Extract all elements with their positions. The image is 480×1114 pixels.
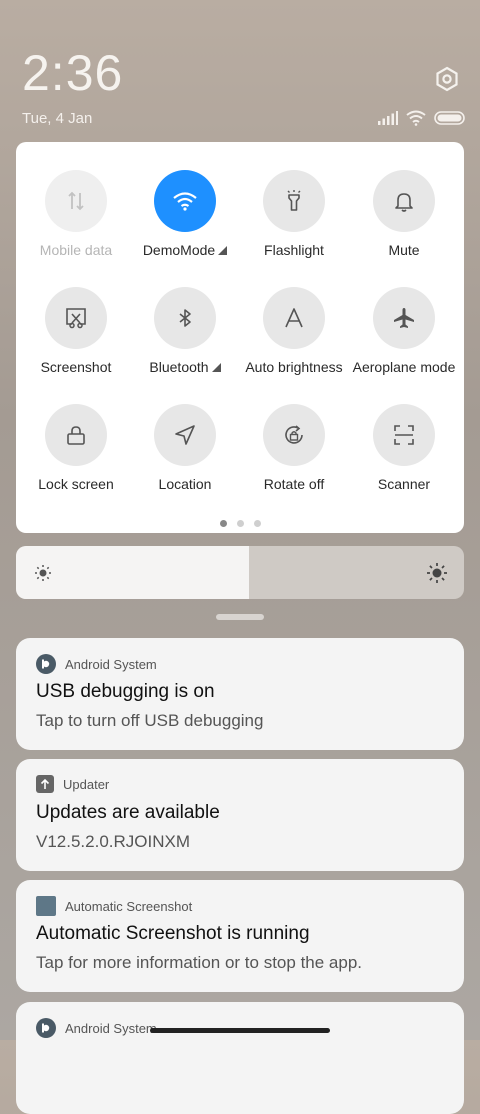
tile-bluetooth[interactable]: Bluetooth — [129, 287, 241, 375]
status-icons — [378, 108, 466, 128]
screenshot-icon — [66, 308, 86, 329]
notification-title: USB debugging is on — [36, 681, 215, 702]
tile-label: Lock screen — [38, 476, 114, 492]
tile-mobile-data-button[interactable] — [45, 170, 107, 232]
rotate-lock-icon — [285, 425, 303, 444]
tile-label: Mobile data — [39, 242, 113, 258]
settings-button[interactable] — [434, 66, 460, 92]
tile-mute[interactable]: Mute — [348, 170, 460, 258]
scanner-icon — [394, 425, 414, 445]
signal-icon — [378, 111, 398, 125]
tile-label: Screenshot — [40, 359, 112, 375]
quick-settings-panel: Mobile data DemoMode Flashlight Mute Scr… — [16, 142, 464, 533]
auto-brightness-icon — [285, 308, 303, 328]
page-dot — [236, 520, 244, 527]
mobile-data-icon — [68, 191, 84, 211]
date: Tue, 4 Jan — [22, 110, 93, 127]
lock-icon — [67, 426, 85, 445]
tile-aeroplane-mode-button[interactable] — [373, 287, 435, 349]
notification-title: Updates are available — [36, 802, 220, 823]
notification-card[interactable]: Android System — [16, 1002, 464, 1114]
home-indicator[interactable] — [150, 1028, 330, 1033]
tile-rotate-off-button[interactable] — [263, 404, 325, 466]
tile-location[interactable]: Location — [129, 404, 241, 492]
brightness-low-icon — [35, 565, 51, 581]
tile-screenshot[interactable]: Screenshot — [20, 287, 132, 375]
notification-app-name: Android System — [65, 656, 157, 672]
tile-flashlight-button[interactable] — [263, 170, 325, 232]
android-system-icon — [36, 654, 56, 674]
tile-scanner[interactable]: Scanner — [348, 404, 460, 492]
tile-label: Scanner — [377, 476, 431, 492]
updater-icon — [36, 775, 54, 793]
notification-card[interactable]: Android System USB debugging is on Tap t… — [16, 638, 464, 750]
tile-demomode[interactable]: DemoMode — [129, 170, 241, 258]
tile-label: Mute — [388, 242, 420, 258]
tile-label: Auto brightness — [245, 359, 343, 375]
tile-bluetooth-button[interactable] — [154, 287, 216, 349]
notification-app-name: Android System — [65, 1020, 157, 1036]
battery-icon — [434, 111, 465, 125]
notification-app-name: Updater — [63, 776, 110, 792]
notification-title: Automatic Screenshot is running — [36, 923, 310, 944]
bluetooth-icon — [179, 309, 191, 327]
gear-icon — [436, 66, 458, 92]
notification-body: V12.5.2.0.RJOINXM — [36, 832, 191, 851]
tile-location-button[interactable] — [154, 404, 216, 466]
tile-mobile-data[interactable]: Mobile data — [20, 170, 132, 258]
page-indicator — [16, 520, 464, 527]
brightness-slider[interactable] — [16, 546, 464, 599]
clock: 2:36 — [22, 45, 124, 101]
tile-auto-brightness-button[interactable] — [263, 287, 325, 349]
notification-body: Tap for more information or to stop the … — [36, 953, 363, 972]
notification-app-name: Automatic Screenshot — [65, 898, 193, 914]
tile-label: Location — [158, 476, 212, 492]
tile-lock-screen[interactable]: Lock screen — [20, 404, 132, 492]
tile-label: Aeroplane mode — [352, 359, 456, 375]
android-system-icon — [36, 1018, 56, 1038]
wifi-status-icon — [406, 110, 426, 126]
page-dot — [253, 520, 261, 527]
page-dot — [219, 520, 227, 527]
location-icon — [175, 425, 195, 445]
tile-auto-brightness[interactable]: Auto brightness — [238, 287, 350, 375]
tile-label: Rotate off — [263, 476, 325, 492]
tile-label: Bluetooth — [149, 359, 209, 375]
tile-rotate-off[interactable]: Rotate off — [238, 404, 350, 492]
tile-label: DemoMode — [142, 242, 216, 258]
drag-handle[interactable] — [216, 614, 264, 620]
bell-icon — [395, 193, 413, 212]
notification-card[interactable]: Updater Updates are available V12.5.2.0.… — [16, 759, 464, 871]
tile-screenshot-button[interactable] — [45, 287, 107, 349]
notification-card[interactable]: Automatic Screenshot Automatic Screensho… — [16, 880, 464, 992]
tile-label: Flashlight — [264, 242, 324, 258]
notification-body: Tap to turn off USB debugging — [36, 711, 264, 730]
tile-scanner-button[interactable] — [373, 404, 435, 466]
flashlight-icon — [287, 190, 301, 211]
tile-mute-button[interactable] — [373, 170, 435, 232]
wifi-icon — [173, 192, 197, 211]
airplane-icon — [394, 308, 414, 328]
expand-triangle-icon — [211, 363, 221, 372]
tile-demomode-button[interactable] — [154, 170, 216, 232]
tile-aeroplane-mode[interactable]: Aeroplane mode — [348, 287, 460, 375]
tile-flashlight[interactable]: Flashlight — [238, 170, 350, 258]
expand-triangle-icon — [218, 246, 228, 255]
brightness-high-icon — [427, 563, 447, 583]
automatic-screenshot-icon — [36, 896, 56, 916]
tile-lock-screen-button[interactable] — [45, 404, 107, 466]
